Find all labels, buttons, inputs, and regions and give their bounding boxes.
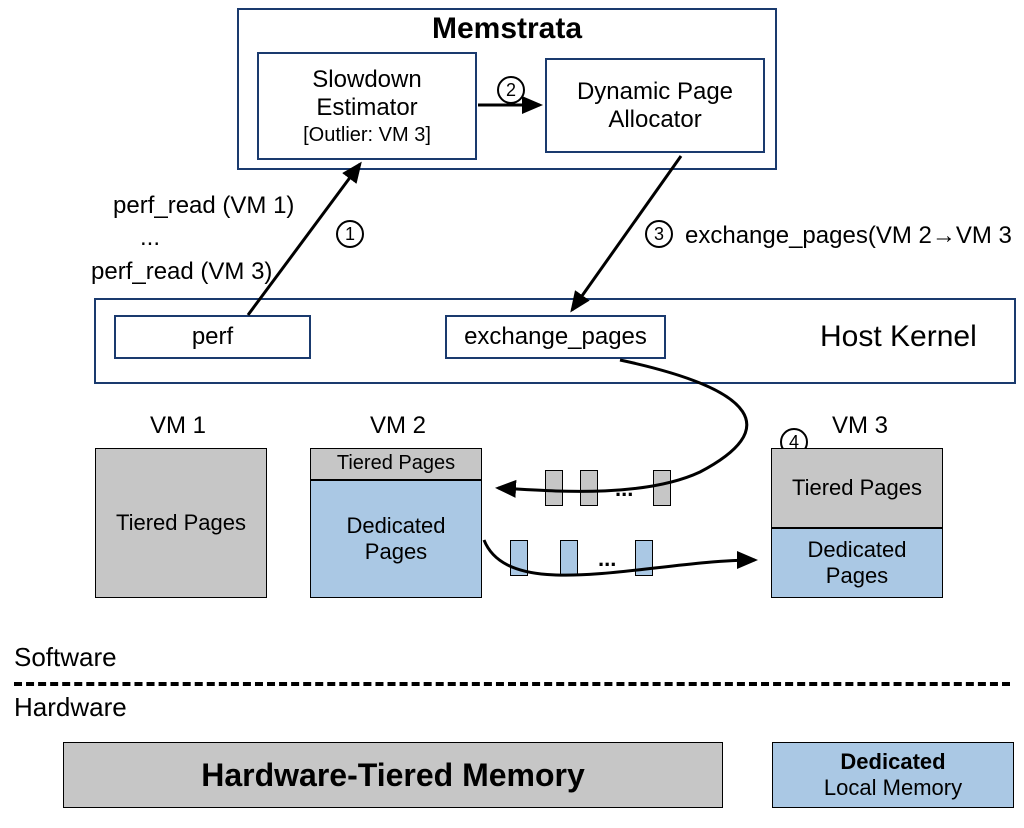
slowdown-line1: Slowdown [259,66,475,94]
hw-tiered-memory-box: Hardware-Tiered Memory [63,742,723,808]
vm1-tiered-box: Tiered Pages [95,448,267,598]
vm2-dedicated-box: Dedicated Pages [310,480,482,598]
step-3-icon: 3 [645,220,673,248]
chips-dots-bot: ... [598,546,616,572]
software-label: Software [14,642,117,673]
perf-read-dots-label: ... [140,224,160,252]
exchange-call-label: exchange_pages(VM 2→VM 3 [685,222,1012,250]
allocator-line2: Allocator [547,106,763,134]
perf-box: perf [114,315,311,359]
memstrata-title: Memstrata [239,12,775,46]
page-chip-blue [510,540,528,576]
vm3-tiered-box: Tiered Pages [771,448,943,528]
allocator-box: Dynamic Page Allocator [545,58,765,153]
hw-dedicated-bot: Local Memory [824,775,962,801]
perf-read-vm3-label: perf_read (VM 3) [91,258,272,286]
page-chip-grey [580,470,598,506]
hw-dedicated-top: Dedicated [840,749,945,775]
hardware-label: Hardware [14,692,127,723]
vm1-label: VM 1 [150,412,206,440]
vm2-label: VM 2 [370,412,426,440]
page-chip-blue [560,540,578,576]
allocator-line1: Dynamic Page [547,78,763,106]
sw-hw-divider [14,682,1010,686]
host-kernel-title: Host Kernel [820,320,977,354]
page-chip-blue [635,540,653,576]
page-chip-grey [545,470,563,506]
slowdown-outlier: [Outlier: VM 3] [259,124,475,147]
chips-dots-top: ... [615,476,633,502]
hw-dedicated-memory-box: Dedicated Local Memory [772,742,1014,808]
vm3-dedicated-box: Dedicated Pages [771,528,943,598]
step-1-icon: 1 [336,220,364,248]
slowdown-estimator-box: Slowdown Estimator [Outlier: VM 3] [257,52,477,160]
page-chip-grey [653,470,671,506]
vm3-label: VM 3 [832,412,888,440]
slowdown-line2: Estimator [259,94,475,122]
exchange-pages-box: exchange_pages [445,315,666,359]
perf-read-vm1-label: perf_read (VM 1) [113,192,294,220]
vm2-tiered-box: Tiered Pages [310,448,482,480]
step-2-icon: 2 [497,76,525,104]
